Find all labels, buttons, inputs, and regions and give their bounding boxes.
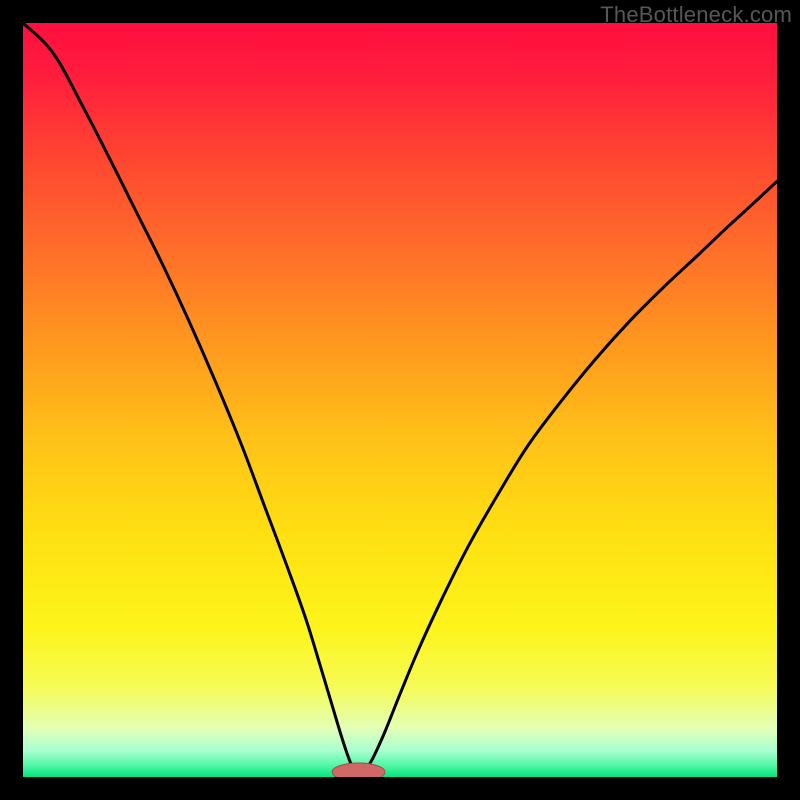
- chart-frame: [23, 23, 777, 777]
- watermark-text: TheBottleneck.com: [600, 2, 792, 28]
- bottleneck-chart: [23, 23, 777, 777]
- optimal-marker: [332, 763, 385, 777]
- gradient-background: [23, 23, 777, 777]
